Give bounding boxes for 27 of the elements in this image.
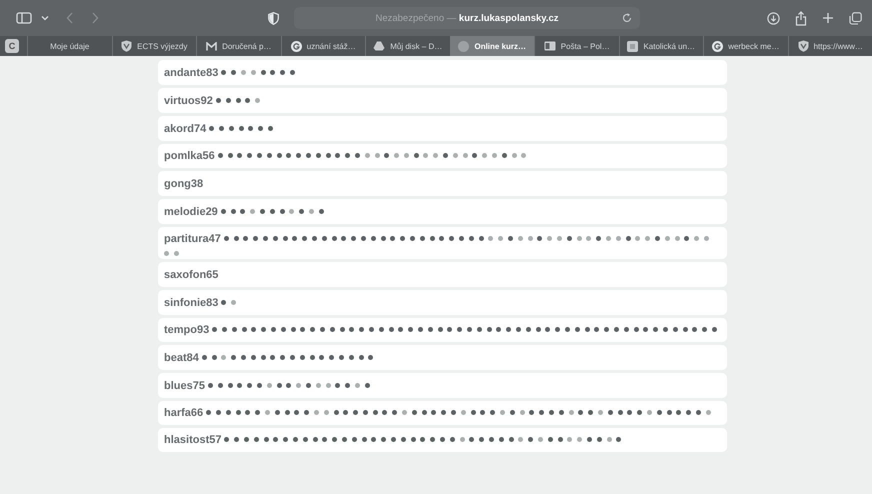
browser-tab[interactable]: Katolická un… [618,36,703,56]
username: gong38 [164,178,204,190]
address-field[interactable]: Nezabezpečeno — kurz.lukaspolansky.cz [294,7,640,29]
browser-tab[interactable]: Moje údaje [27,36,112,56]
browser-tab[interactable]: uznání stáž… [280,36,365,56]
username: beat84 [164,352,199,364]
username: saxofon65 [164,269,218,281]
browser-tab[interactable]: Online kurz… [450,36,534,56]
username: hlasitost57 [164,434,222,446]
username: partitura47 [164,233,221,245]
username: pomlka56 [164,150,215,162]
browser-tab[interactable]: werbeck me… [703,36,788,56]
username: harfa66 [164,407,204,419]
username: akord74 [164,123,206,135]
browser-tab[interactable]: ECTS výjezdy [112,36,196,56]
address-text: Nezabezpečeno — kurz.lukaspolansky.cz [375,12,559,24]
browser-tab[interactable]: Doručená p… [196,36,280,56]
pinned-tab[interactable]: C [5,39,19,53]
username: tempo93 [164,324,210,336]
browser-tab[interactable]: Pošta – Pol… [534,36,618,56]
username: andante83 [164,67,218,79]
browser-tab[interactable]: Můj disk – D… [365,36,450,56]
browser-tab[interactable]: https://www… [788,36,872,56]
username: sinfonie83 [164,297,218,309]
username: virtuos92 [164,95,213,107]
username: melodie29 [164,206,218,218]
username: blues75 [164,380,205,392]
